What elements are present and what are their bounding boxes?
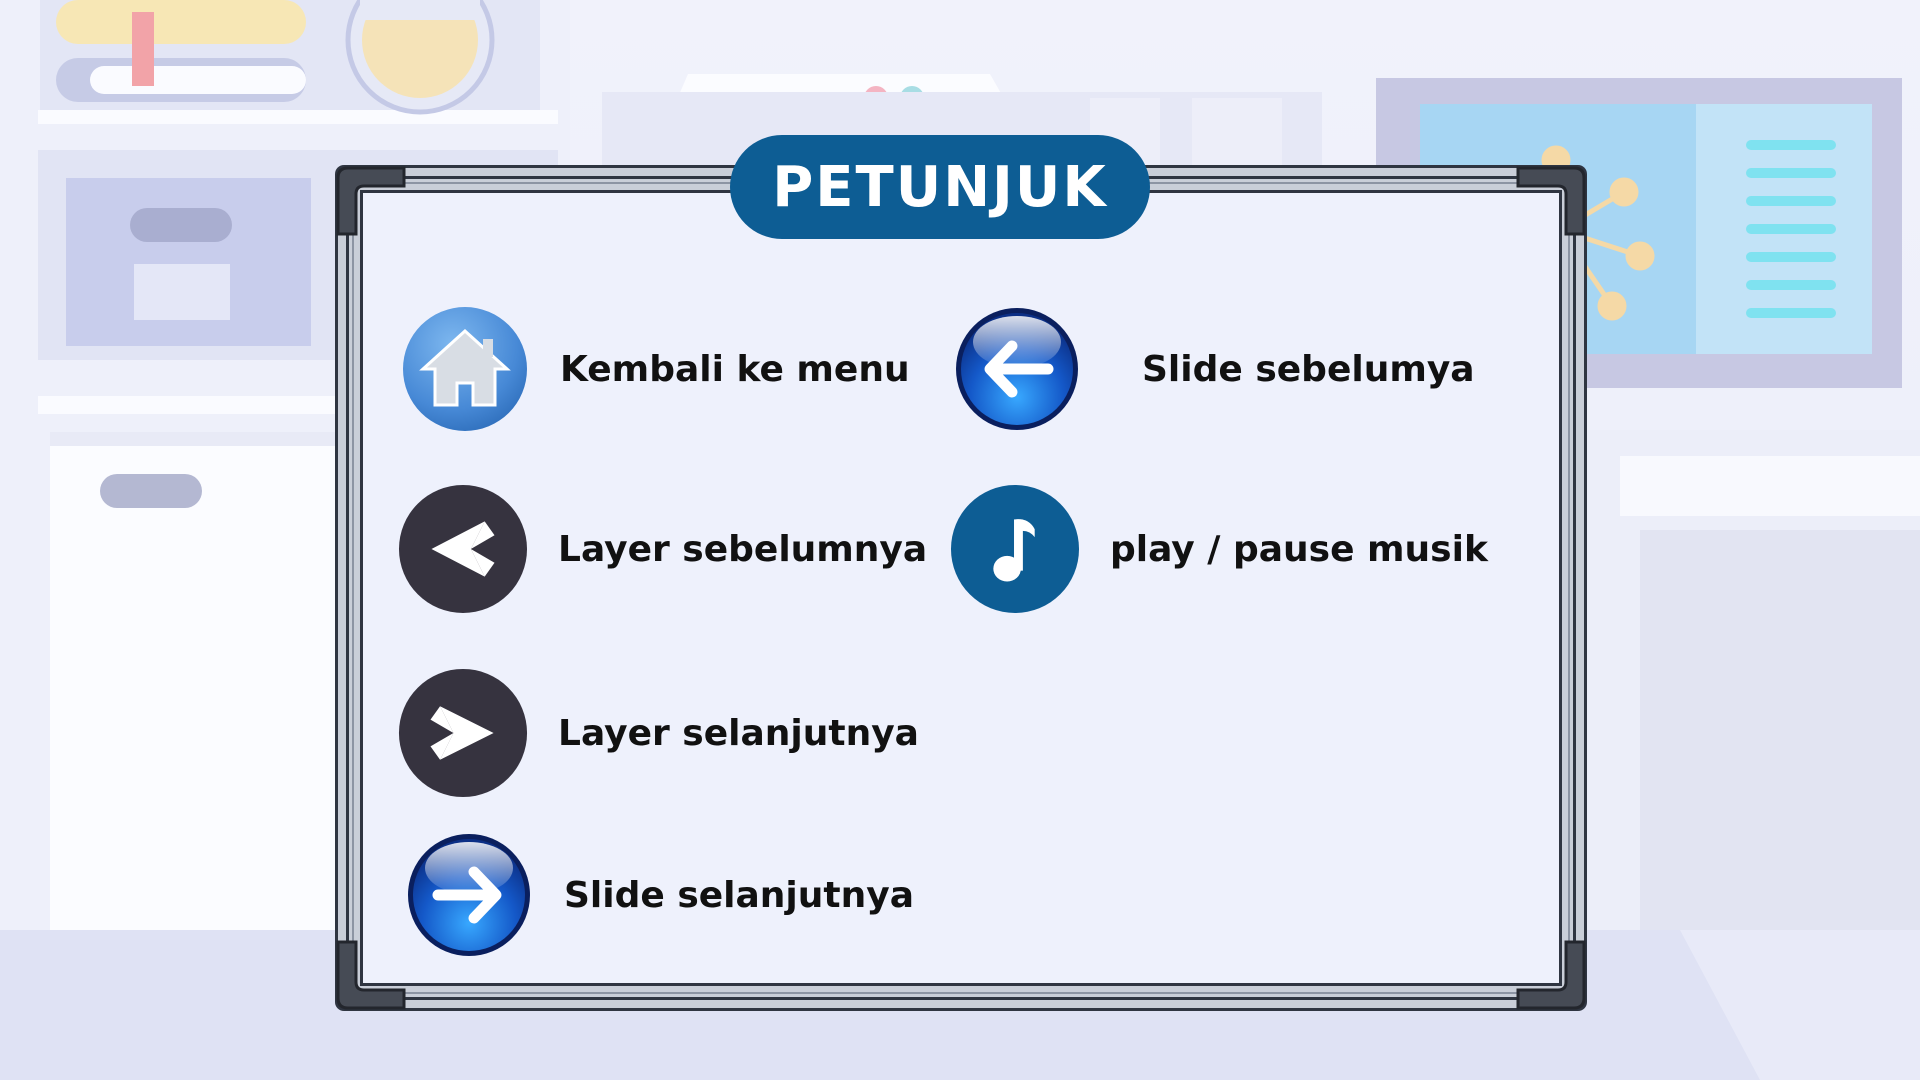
legend-label: Layer selanjutnya (558, 712, 919, 754)
legend-label: Layer sebelumnya (558, 528, 928, 570)
legend-label: Slide selanjutnya (564, 874, 914, 916)
music-note-icon[interactable] (950, 484, 1080, 614)
chevron-right-icon[interactable] (398, 668, 528, 798)
board-corner-cap (1516, 940, 1586, 1010)
chevron-left-icon[interactable] (398, 484, 528, 614)
legend-item-music: play / pause musik (950, 484, 1488, 614)
legend-item-previous-layer: Layer sebelumnya (398, 484, 927, 614)
legend-item-previous-slide: Slide sebelumya (952, 304, 1475, 434)
legend-item-next-layer: Layer selanjutnya (398, 668, 919, 798)
slide-background: PETUNJUK Kembali ke menu Slide sebelumya… (0, 0, 1920, 1080)
legend-label: Slide sebelumya (1142, 348, 1475, 390)
instruction-board: PETUNJUK Kembali ke menu Slide sebelumya… (336, 135, 1586, 1010)
legend-item-home: Kembali ke menu (400, 304, 910, 434)
home-icon[interactable] (400, 304, 530, 434)
legend-label: play / pause musik (1110, 528, 1488, 570)
board-corner-cap (336, 166, 406, 236)
arrow-right-icon[interactable] (404, 830, 534, 960)
legend-label: Kembali ke menu (560, 348, 910, 390)
board-corner-cap (336, 940, 406, 1010)
board-corner-cap (1516, 166, 1586, 236)
legend-item-next-slide: Slide selanjutnya (404, 830, 914, 960)
panel-title: PETUNJUK (730, 135, 1150, 239)
arrow-left-icon[interactable] (952, 304, 1082, 434)
